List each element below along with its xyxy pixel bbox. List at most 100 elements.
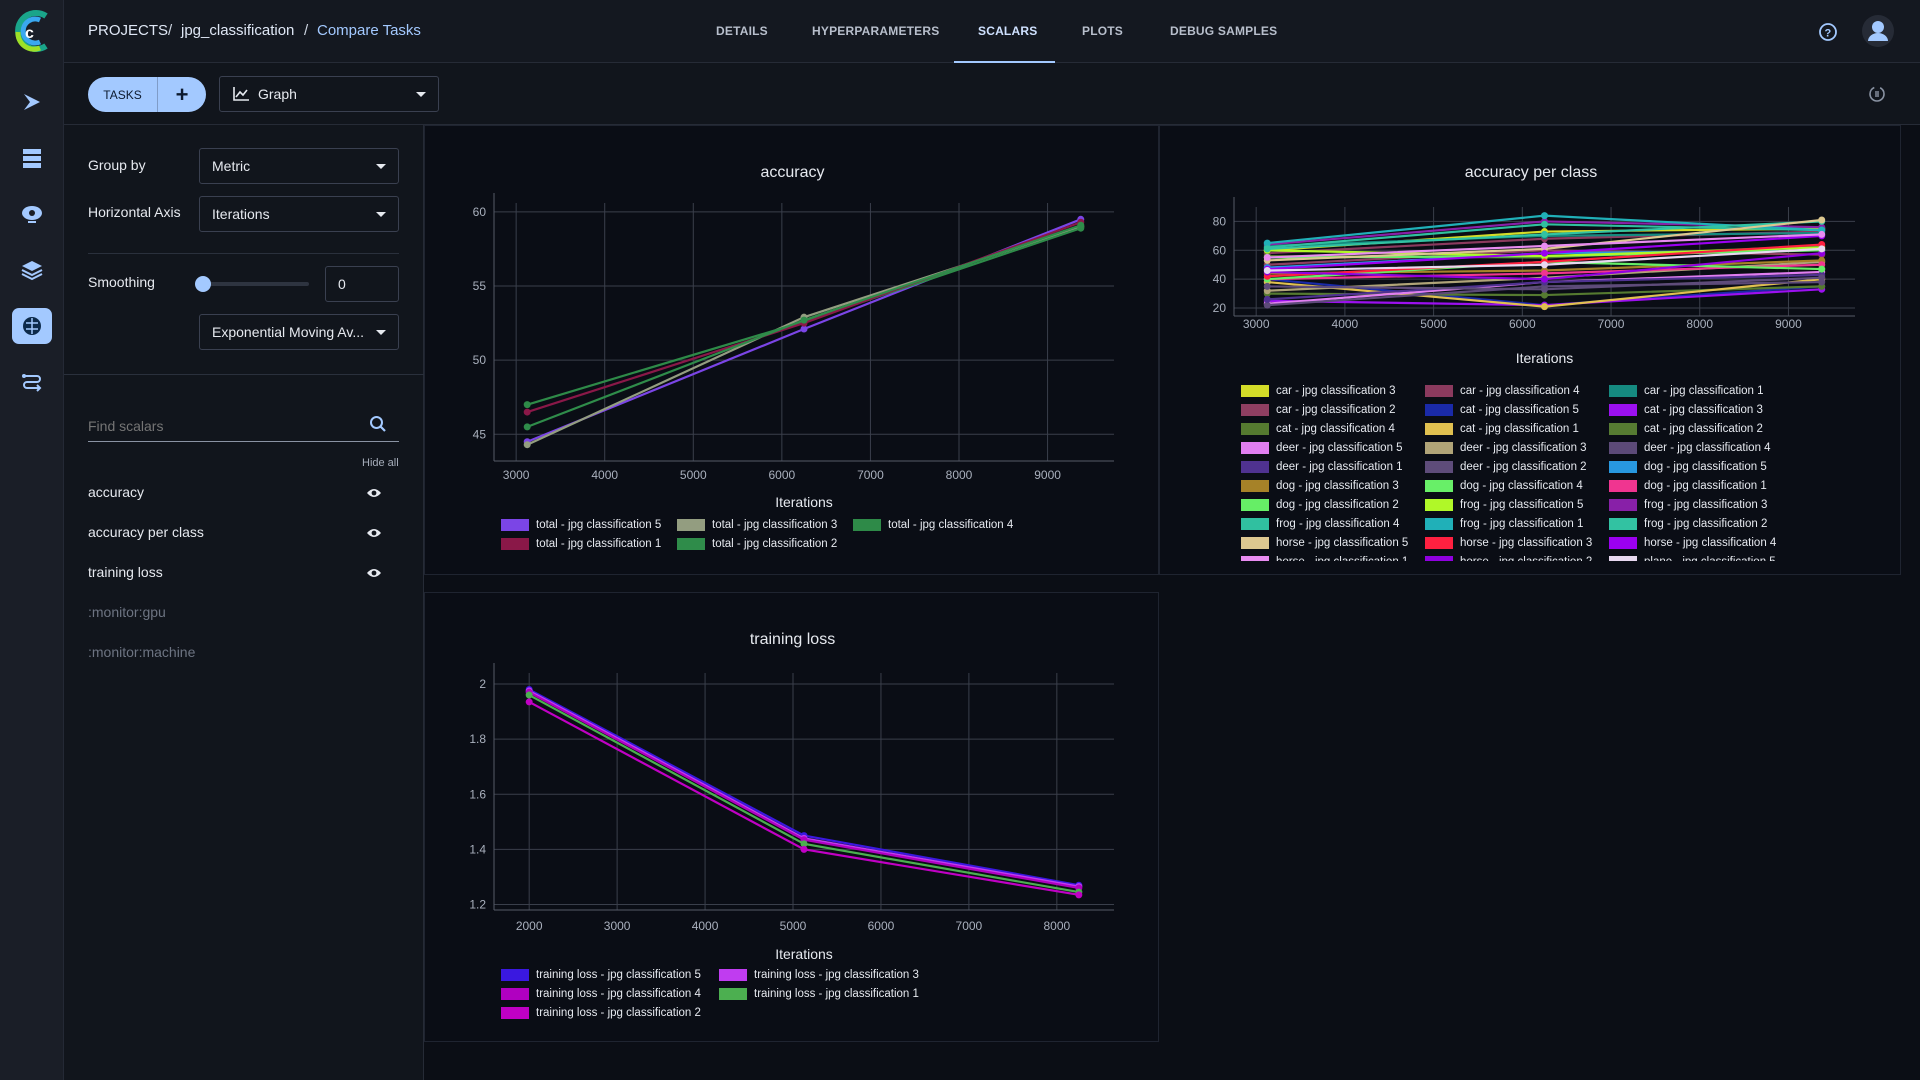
legend-item[interactable]: frog - jpg classification 2	[1609, 518, 1767, 530]
legend-item[interactable]: frog - jpg classification 3	[1609, 499, 1767, 511]
data-point[interactable]	[1541, 212, 1548, 220]
user-avatar[interactable]	[1862, 15, 1894, 47]
legend-item[interactable]: horse - jpg classification 5	[1241, 537, 1408, 549]
series-line[interactable]	[528, 691, 1080, 890]
legend-item[interactable]: horse - jpg classification 2	[1425, 556, 1592, 561]
search-icon[interactable]	[369, 415, 387, 438]
legend-item[interactable]: cat - jpg classification 2	[1609, 423, 1763, 435]
data-point[interactable]	[1541, 249, 1548, 257]
data-point[interactable]	[1075, 891, 1083, 899]
series-line[interactable]	[526, 225, 1082, 446]
legend-item[interactable]: total - jpg classification 2	[677, 538, 837, 550]
data-point[interactable]	[800, 845, 808, 853]
add-task-button[interactable]: +	[158, 77, 206, 112]
series-line[interactable]	[528, 688, 1080, 887]
legend-item[interactable]: car - jpg classification 3	[1241, 385, 1396, 397]
legend-item[interactable]: deer - jpg classification 5	[1241, 442, 1403, 454]
series-line[interactable]	[528, 694, 1080, 894]
tab-debug-samples[interactable]: DEBUG SAMPLES	[1170, 24, 1277, 38]
tasks-button[interactable]: TASKS	[88, 77, 158, 112]
data-point[interactable]	[800, 316, 808, 324]
hide-all-button[interactable]: Hide all	[362, 457, 399, 469]
scalar-item-training-loss[interactable]: training loss	[88, 564, 163, 580]
find-scalars-input[interactable]	[88, 410, 399, 442]
legend-item[interactable]: cat - jpg classification 5	[1425, 404, 1579, 416]
data-point[interactable]	[1818, 265, 1826, 273]
datasets-icon[interactable]	[12, 140, 52, 176]
horizontal-axis-select[interactable]: Iterations	[199, 196, 399, 232]
legend-item[interactable]: dog - jpg classification 4	[1425, 480, 1583, 492]
scalar-item-accuracy[interactable]: accuracy	[88, 484, 144, 500]
legend-item[interactable]: deer - jpg classification 3	[1425, 442, 1587, 454]
legend-item[interactable]: training loss - jpg classification 2	[501, 1007, 701, 1019]
legend-item[interactable]: deer - jpg classification 2	[1425, 461, 1587, 473]
legend-item[interactable]: training loss - jpg classification 3	[719, 969, 919, 981]
legend-item[interactable]: horse - jpg classification 1	[1241, 556, 1408, 561]
tab-hyperparameters[interactable]: HYPERPARAMETERS	[812, 24, 939, 38]
data-point[interactable]	[1263, 254, 1271, 262]
legend-item[interactable]: deer - jpg classification 4	[1609, 442, 1771, 454]
data-point[interactable]	[525, 691, 533, 699]
legend-item[interactable]: horse - jpg classification 3	[1425, 537, 1592, 549]
tab-plots[interactable]: PLOTS	[1082, 24, 1123, 38]
legend-item[interactable]: total - jpg classification 4	[853, 519, 1013, 531]
breadcrumb-projects[interactable]: PROJECTS	[88, 22, 168, 39]
data-point[interactable]	[1541, 242, 1548, 250]
data-point[interactable]	[1263, 245, 1271, 253]
legend-item[interactable]: total - jpg classification 5	[501, 519, 661, 531]
legend-item[interactable]: training loss - jpg classification 5	[501, 969, 701, 981]
series-line[interactable]	[528, 700, 1080, 896]
data-point[interactable]	[1818, 245, 1826, 253]
smoothing-slider-handle[interactable]	[195, 276, 211, 292]
data-point[interactable]	[1541, 261, 1548, 269]
app-logo[interactable]: c	[10, 8, 54, 59]
scalar-item-monitor-gpu[interactable]: :monitor:gpu	[88, 604, 166, 620]
legend-item[interactable]: cat - jpg classification 3	[1609, 404, 1763, 416]
breadcrumb-project[interactable]: jpg_classification	[181, 22, 294, 39]
data-point[interactable]	[1263, 267, 1271, 275]
eye-icon[interactable]	[366, 526, 382, 544]
eye-icon[interactable]	[366, 486, 382, 504]
data-point[interactable]	[1541, 220, 1548, 228]
legend-item[interactable]: plane - jpg classification 5	[1609, 556, 1776, 561]
data-point[interactable]	[523, 408, 531, 416]
data-point[interactable]	[525, 698, 533, 706]
legend-item[interactable]: cat - jpg classification 1	[1425, 423, 1579, 435]
legend-item[interactable]: frog - jpg classification 4	[1241, 518, 1399, 530]
legend-item[interactable]: car - jpg classification 4	[1425, 385, 1580, 397]
tab-details[interactable]: DETAILS	[716, 24, 768, 38]
auto-refresh-icon[interactable]	[1868, 85, 1886, 108]
experiments-brain-icon[interactable]	[12, 308, 52, 344]
smoothing-input[interactable]: 0	[325, 266, 399, 302]
data-point[interactable]	[1818, 216, 1826, 224]
group-by-select[interactable]: Metric	[199, 148, 399, 184]
cloud-orchestration-icon[interactable]	[12, 196, 52, 232]
data-point[interactable]	[1077, 221, 1085, 229]
data-point[interactable]	[1541, 230, 1548, 238]
legend-item[interactable]: frog - jpg classification 5	[1425, 499, 1583, 511]
legend-item[interactable]: frog - jpg classification 1	[1425, 518, 1583, 530]
scalar-item-accuracy-per-class[interactable]: accuracy per class	[88, 524, 204, 540]
series-line[interactable]	[528, 689, 1080, 888]
legend-item[interactable]: dog - jpg classification 1	[1609, 480, 1767, 492]
smoothing-method-select[interactable]: Exponential Moving Av...	[199, 314, 399, 350]
legend-item[interactable]: training loss - jpg classification 4	[501, 988, 701, 1000]
legend-item[interactable]: dog - jpg classification 3	[1241, 480, 1399, 492]
view-select[interactable]: Graph	[219, 76, 439, 112]
data-point[interactable]	[523, 441, 531, 449]
legend-item[interactable]: deer - jpg classification 1	[1241, 461, 1403, 473]
legend-item[interactable]: car - jpg classification 2	[1241, 404, 1396, 416]
eye-icon[interactable]	[366, 566, 382, 584]
legend-item[interactable]: total - jpg classification 3	[677, 519, 837, 531]
legend-item[interactable]: cat - jpg classification 4	[1241, 423, 1395, 435]
reports-flow-icon[interactable]	[12, 364, 52, 400]
data-point[interactable]	[523, 401, 531, 409]
data-point[interactable]	[523, 423, 531, 431]
legend-item[interactable]: car - jpg classification 1	[1609, 385, 1764, 397]
accuracy-chart[interactable]: 3000 4000 5000 6000 7000 8000 9000 45 50 55 60 Iter…	[425, 126, 1160, 576]
data-point[interactable]	[1818, 230, 1826, 238]
scalar-item-monitor-machine[interactable]: :monitor:machine	[88, 644, 195, 660]
data-point[interactable]	[1541, 303, 1548, 311]
chart-legend[interactable]: car - jpg classification 3 car - jpg clas…	[1241, 385, 1801, 561]
pipelines-icon[interactable]	[12, 84, 52, 120]
